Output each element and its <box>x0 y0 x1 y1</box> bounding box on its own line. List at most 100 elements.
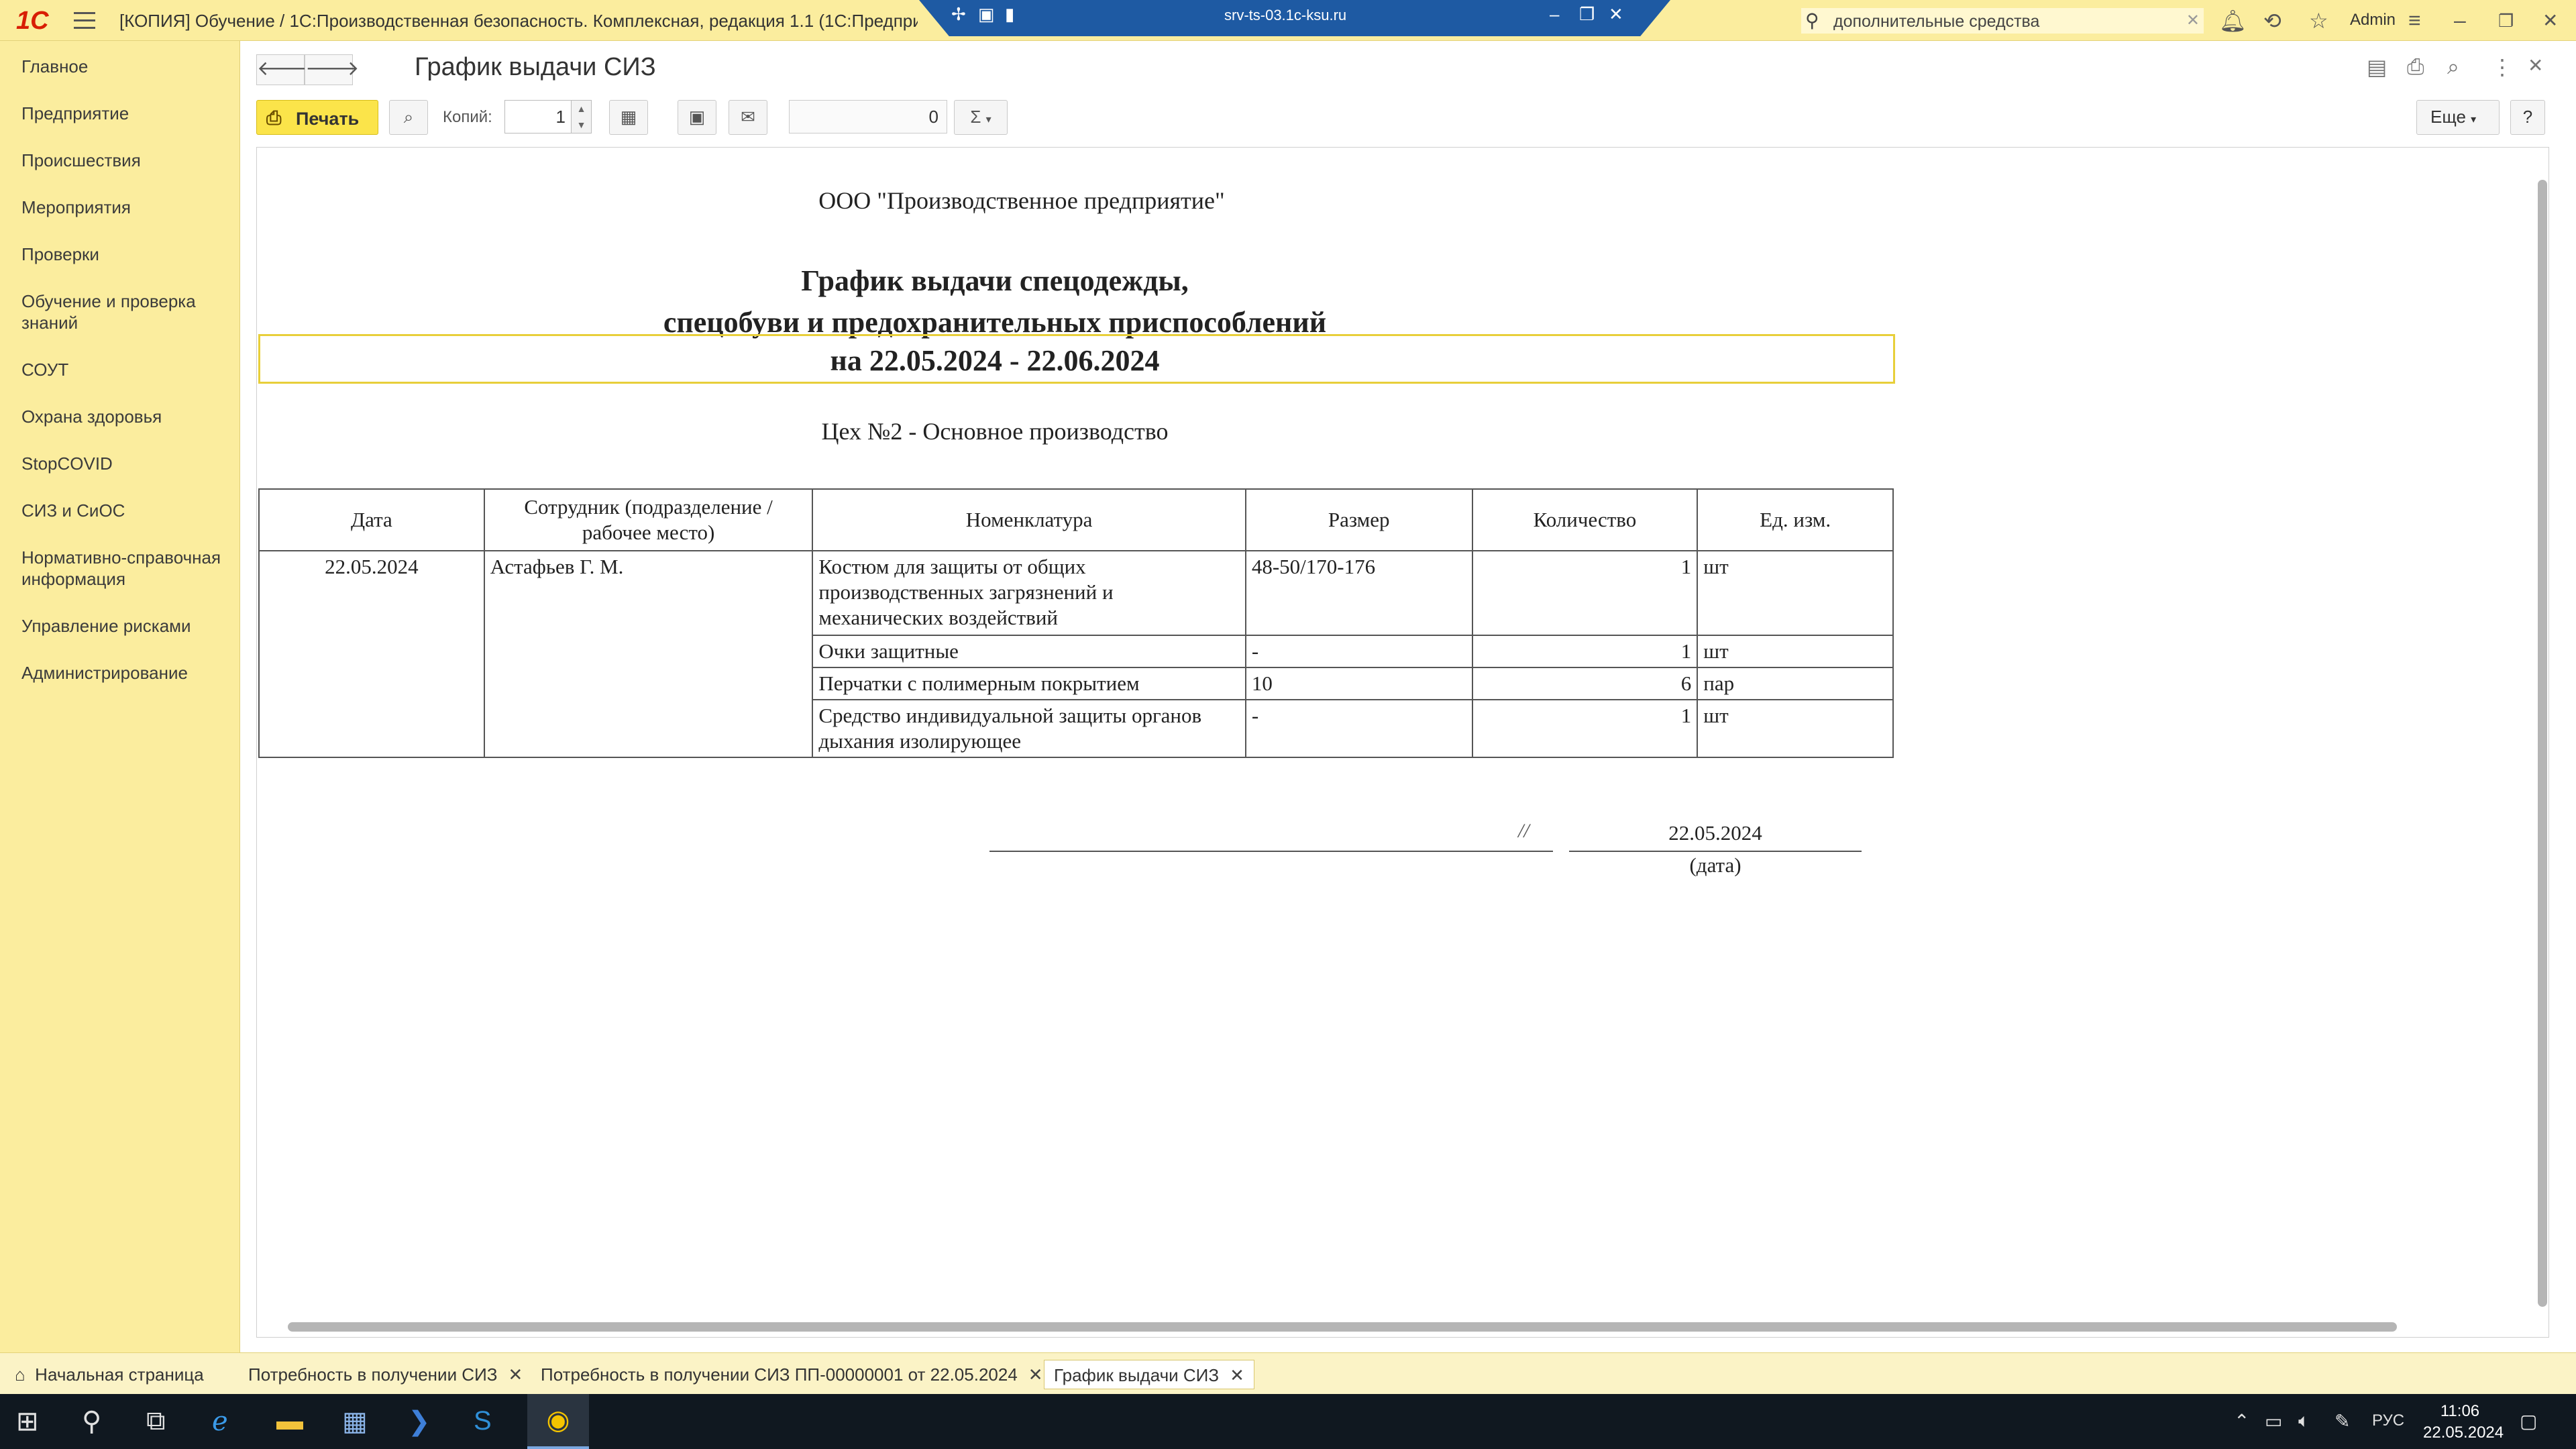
scroll-thumb[interactable] <box>2538 180 2547 1307</box>
sidebar-item-risks[interactable]: Управление рисками <box>21 615 236 637</box>
sidebar-item-ppe[interactable]: СИЗ и СиОС <box>21 500 236 521</box>
column-header: Номенклатура <box>812 488 1246 551</box>
unit-cell[interactable]: шт <box>1697 699 1894 758</box>
restore-icon[interactable]: ❐ <box>2498 11 2514 32</box>
sidebar-item-admin[interactable]: Администрирование <box>21 662 236 684</box>
sidebar-item-reference[interactable]: Нормативно-справочная информация <box>21 547 236 590</box>
forward-button[interactable]: 🡒 <box>305 54 359 85</box>
document-period[interactable]: на 22.05.2024 - 22.06.2024 <box>659 343 1330 378</box>
unit-cell[interactable]: пар <box>1697 667 1894 700</box>
size-cell[interactable]: - <box>1244 699 1473 758</box>
close-icon[interactable]: ✕ <box>2542 9 2558 32</box>
preview-button[interactable]: ⌕ <box>389 100 428 135</box>
history-icon[interactable]: ⟲ <box>2263 8 2282 34</box>
close-tab-icon[interactable]: ✕ <box>1028 1364 1043 1385</box>
preview-icon[interactable]: ⌕ <box>2447 54 2459 80</box>
sidebar-item-enterprise[interactable]: Предприятие <box>21 103 236 124</box>
file-explorer-icon[interactable]: ▬ <box>276 1406 303 1436</box>
rdp-restore-icon[interactable]: ❐ <box>1579 4 1595 25</box>
user-name[interactable]: Admin <box>2350 11 2396 30</box>
sidebar-item-training[interactable]: Обучение и проверка знаний <box>21 290 236 333</box>
copies-stepper[interactable]: ▲ ▼ <box>572 100 592 133</box>
search-input[interactable]: дополнительные средства <box>1833 12 2039 32</box>
sidebar-item-sout[interactable]: СОУТ <box>21 359 236 380</box>
issue-date-cell[interactable]: 22.05.2024 <box>258 550 485 758</box>
sidebar-item-health[interactable]: Охрана здоровья <box>21 406 236 427</box>
tab-ppe-demand-document[interactable]: Потребность в получении СИЗ ПП-00000001 … <box>541 1360 1043 1389</box>
horizontal-scrollbar[interactable] <box>268 1321 2535 1333</box>
signature-date: 22.05.2024 <box>1668 821 1762 845</box>
notifications-icon[interactable]: ▢ <box>2520 1410 2537 1432</box>
global-search[interactable]: ⚲ дополнительные средства ✕ <box>1801 8 2204 34</box>
save-button[interactable]: ▣ <box>678 100 716 135</box>
send-email-button[interactable]: ✉ <box>729 100 767 135</box>
sum-button[interactable]: Σ ▾ <box>954 100 1008 135</box>
bell-icon[interactable]: 🔔︎ <box>2219 8 2247 34</box>
tab-home[interactable]: ⌂ Начальная страница <box>15 1360 204 1389</box>
size-cell[interactable]: 48-50/170-176 <box>1244 550 1473 636</box>
internet-explorer-icon[interactable]: ℯ <box>212 1406 228 1437</box>
size-cell[interactable]: 10 <box>1244 667 1473 700</box>
1c-app-icon[interactable]: ◉ <box>527 1394 589 1449</box>
sidebar-item-incidents[interactable]: Происшествия <box>21 150 236 171</box>
close-tab-icon[interactable]: ✕ <box>1230 1365 1244 1385</box>
copies-field[interactable]: 1 <box>504 100 572 133</box>
tab-ppe-demand[interactable]: Потребность в получении СИЗ ✕ <box>248 1360 523 1389</box>
unit-cell[interactable]: шт <box>1697 550 1894 636</box>
pen-icon[interactable]: ✎ <box>2334 1410 2350 1432</box>
server-manager-icon[interactable]: ▦ <box>342 1406 368 1437</box>
print-button[interactable]: ⎙ Печать <box>256 100 378 135</box>
printer-icon[interactable]: ⎙ <box>2407 54 2424 80</box>
tab-ppe-schedule[interactable]: График выдачи СИЗ ✕ <box>1044 1360 1254 1389</box>
edit-mode-button[interactable]: ▦ <box>609 100 648 135</box>
rdp-minimize-icon[interactable]: – <box>1550 4 1559 25</box>
search-icon[interactable]: ⚲ <box>82 1406 101 1437</box>
size-cell[interactable]: - <box>1244 635 1473 668</box>
quantity-cell[interactable]: 1 <box>1471 550 1699 636</box>
skype-icon[interactable]: S <box>474 1406 492 1436</box>
scroll-thumb[interactable] <box>288 1322 2397 1332</box>
task-view-icon[interactable]: ⧉ <box>146 1406 166 1436</box>
tray-chevron-icon[interactable]: ⌃ <box>2234 1410 2249 1432</box>
sidebar-item-inspections[interactable]: Проверки <box>21 244 236 265</box>
signature-line <box>989 845 1553 852</box>
star-icon[interactable]: ☆ <box>2309 8 2328 34</box>
sidebar-item-events[interactable]: Мероприятия <box>21 197 236 218</box>
language-indicator[interactable]: РУС <box>2372 1411 2404 1430</box>
more-label: Еще <box>2430 107 2466 127</box>
close-tab-icon[interactable]: ✕ <box>508 1364 523 1385</box>
pin-icon[interactable]: ✢ <box>951 4 966 25</box>
sidebar-item-stopcovid[interactable]: StopCOVID <box>21 453 236 474</box>
vertical-scrollbar[interactable] <box>2535 153 2547 1330</box>
item-cell[interactable]: Очки защитные <box>812 635 1246 668</box>
sidebar-item-main[interactable]: Главное <box>21 56 236 77</box>
powershell-icon[interactable]: ❯ <box>408 1406 431 1437</box>
clear-search-icon[interactable]: ✕ <box>2186 11 2200 30</box>
form-close-icon[interactable]: ✕ <box>2528 54 2543 76</box>
more-button[interactable]: Еще ▾ <box>2416 100 2500 135</box>
clock[interactable]: 11:06 22.05.2024 <box>2423 1401 2504 1444</box>
window-title: [КОПИЯ] Обучение / 1С:Производственная б… <box>119 11 918 31</box>
rdp-close-icon[interactable]: ✕ <box>1609 4 1623 25</box>
more-actions-icon[interactable]: ⋮ <box>2491 54 2513 80</box>
quantity-cell[interactable]: 1 <box>1471 699 1699 758</box>
main-menu-icon[interactable] <box>74 12 95 30</box>
network-icon[interactable]: ▭ <box>2265 1410 2282 1432</box>
spreadsheet-document[interactable]: ООО "Производственное предприятие" Графи… <box>256 147 2549 1338</box>
spin-down-icon[interactable]: ▼ <box>572 117 591 133</box>
back-button[interactable]: 🡐 <box>256 54 311 85</box>
employee-cell[interactable]: Астафьев Г. М. <box>483 550 814 758</box>
minimize-icon[interactable]: – <box>2454 8 2466 33</box>
quantity-cell[interactable]: 1 <box>1471 635 1699 668</box>
item-cell[interactable]: Средство индивидуальной защиты органов д… <box>812 699 1246 758</box>
volume-icon[interactable]: 🔈︎ <box>2298 1410 2310 1432</box>
item-cell[interactable]: Перчатки с полимерным покрытием <box>812 667 1246 700</box>
unit-cell[interactable]: шт <box>1697 635 1894 668</box>
settings-menu-icon[interactable]: ≡ <box>2408 8 2421 33</box>
save-layout-icon[interactable]: ▤ <box>2367 54 2387 80</box>
help-button[interactable]: ? <box>2510 100 2545 135</box>
item-cell[interactable]: Костюм для защиты от общих производствен… <box>812 550 1246 636</box>
quantity-cell[interactable]: 6 <box>1471 667 1699 700</box>
windows-start-icon[interactable]: ⊞ <box>16 1406 39 1437</box>
spin-up-icon[interactable]: ▲ <box>572 101 591 117</box>
